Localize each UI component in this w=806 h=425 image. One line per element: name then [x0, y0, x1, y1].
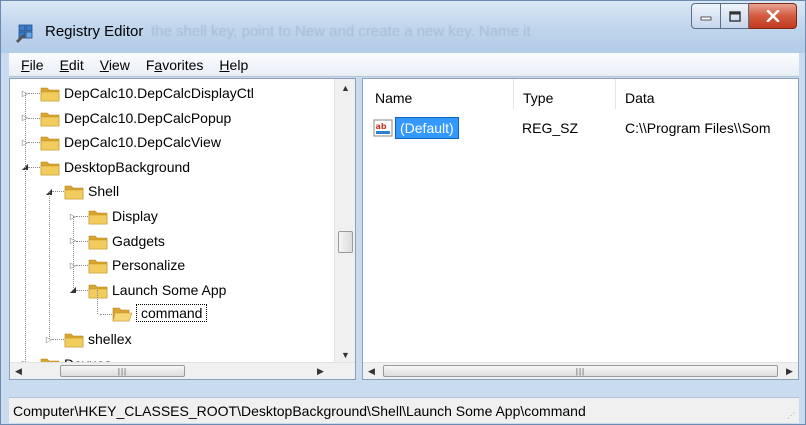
- column-separator[interactable]: [513, 79, 514, 109]
- folder-icon: [40, 109, 60, 127]
- tree-vertical-scroll-thumb[interactable]: [338, 231, 353, 253]
- menu-edit-label: dit: [68, 56, 84, 73]
- folder-icon: [88, 256, 108, 274]
- value-row[interactable]: ab (Default) REG_SZ C:\\Program Files\\S…: [363, 117, 798, 139]
- maximize-button[interactable]: [721, 3, 749, 29]
- tree-item-shellex[interactable]: ▷ shellex: [10, 327, 334, 351]
- minimize-icon: [700, 16, 712, 21]
- column-header-type[interactable]: Type: [523, 90, 553, 106]
- tree-item-label: Gadgets: [112, 232, 165, 249]
- column-header-name[interactable]: Name: [375, 90, 412, 106]
- value-list-pane[interactable]: Name Type Data ab (Default) REG_SZ C:\\P…: [362, 78, 799, 380]
- close-icon: [766, 10, 779, 22]
- column-header-data[interactable]: Data: [625, 90, 655, 106]
- registry-editor-app-icon: [16, 24, 33, 43]
- menu-help-accelerator: H: [219, 56, 230, 73]
- value-type: REG_SZ: [522, 120, 579, 136]
- tree-item-display[interactable]: ▷ Display: [10, 204, 334, 228]
- menu-file[interactable]: File: [13, 57, 52, 73]
- close-button[interactable]: [749, 3, 797, 29]
- tree-guide-line: [49, 191, 50, 339]
- tree-item-gadgets[interactable]: ▷ Gadgets: [10, 229, 334, 253]
- resize-grip-icon[interactable]: ⋰: [787, 411, 797, 421]
- folder-icon: [40, 158, 60, 176]
- svg-text:ab: ab: [376, 122, 387, 131]
- key-tree-pane[interactable]: ▷ DepCalc10.DepCalcDisplayCtl ▷ DepCalc10.D…: [9, 78, 356, 380]
- list-horizontal-scrollbar[interactable]: ◀ ||| ▶: [363, 362, 798, 379]
- tree-horizontal-scroll-thumb[interactable]: |||: [60, 365, 185, 377]
- folder-icon: [64, 182, 84, 200]
- menu-file-label: ile: [29, 56, 44, 73]
- list-scroll-left-arrow-icon[interactable]: ◀: [363, 363, 380, 379]
- tree-item-label: command: [136, 304, 208, 323]
- tree-item-label: Personalize: [112, 257, 186, 274]
- open-folder-icon: [112, 305, 133, 323]
- tree-item-label: Display: [112, 208, 158, 224]
- value-data: C:\\Program Files\\Som: [625, 120, 771, 136]
- title-bar[interactable]: Registry Editor the shell key, point to …: [1, 1, 805, 53]
- tree-scroll-left-arrow-icon[interactable]: ◀: [10, 363, 27, 379]
- menu-file-accelerator: F: [21, 56, 30, 73]
- tree-item-label: DepCalc10.DepCalcPopup: [64, 109, 232, 126]
- status-strip: [9, 381, 799, 397]
- menu-favorites[interactable]: Favorites: [138, 57, 212, 73]
- maximize-icon: [728, 10, 741, 22]
- scroll-up-arrow-icon[interactable]: ▲: [335, 79, 355, 97]
- list-scroll-right-arrow-icon[interactable]: ▶: [781, 363, 798, 379]
- value-name-default[interactable]: (Default): [395, 117, 459, 139]
- tree-horizontal-scrollbar[interactable]: ◀ ||| ▶: [10, 362, 355, 379]
- tree-scroll-right-arrow-icon[interactable]: ▶: [312, 363, 329, 379]
- tree-guide-line: [73, 216, 74, 290]
- caption-buttons: [691, 3, 797, 29]
- menu-edit-accelerator: E: [59, 56, 69, 73]
- menu-edit[interactable]: Edit: [52, 57, 92, 73]
- tree-item-personalize[interactable]: ▷ Personalize: [10, 253, 334, 277]
- tree-item-shell[interactable]: ◢ Shell: [10, 179, 334, 203]
- list-horizontal-scroll-thumb[interactable]: |||: [383, 365, 778, 377]
- string-value-icon: ab: [373, 119, 393, 137]
- menu-view[interactable]: View: [92, 57, 138, 73]
- menu-help-label: elp: [229, 56, 249, 73]
- tree-item-desktopbackground[interactable]: ◢ DesktopBackground: [10, 155, 334, 179]
- tree-vertical-scrollbar[interactable]: ▲ ▼: [334, 79, 355, 364]
- window-title: Registry Editor: [45, 23, 144, 40]
- tree-item-depcalc10-depcalcview[interactable]: ▷ DepCalc10.DepCalcView: [10, 130, 334, 154]
- folder-icon: [40, 133, 60, 151]
- folder-icon: [64, 330, 84, 348]
- tree-guide-line: [97, 289, 98, 315]
- menu-view-accelerator: V: [99, 56, 109, 73]
- folder-icon: [88, 207, 108, 225]
- menu-view-label: iew: [108, 56, 130, 73]
- tree-item-label: DesktopBackground: [64, 158, 191, 175]
- status-key-path: Computer\HKEY_CLASSES_ROOT\DesktopBackgr…: [13, 402, 586, 419]
- tree-item-label: Launch Some App: [112, 281, 227, 298]
- list-header: Name Type Data: [363, 79, 798, 109]
- column-separator[interactable]: [615, 79, 616, 109]
- folder-icon: [88, 232, 108, 250]
- folder-icon: [40, 84, 60, 102]
- status-bar: Computer\HKEY_CLASSES_ROOT\DesktopBackgr…: [9, 397, 799, 423]
- tree-item-launch-some-app[interactable]: ◢ Launch Some App: [10, 278, 334, 302]
- menu-help[interactable]: Help: [211, 57, 256, 73]
- tree-item-label: DepCalc10.DepCalcView: [64, 134, 221, 151]
- menu-bar: File Edit View Favorites Help: [9, 53, 799, 77]
- tree-item-label: shellex: [88, 331, 132, 347]
- tree-item-depcalc10-depcalcpopup[interactable]: ▷ DepCalc10.DepCalcPopup: [10, 106, 334, 130]
- registry-editor-window: Registry Editor the shell key, point to …: [0, 0, 806, 425]
- tree-guide-line: [25, 93, 26, 364]
- minimize-button[interactable]: [691, 3, 721, 29]
- tree-item-label: DepCalc10.DepCalcDisplayCtl: [64, 85, 254, 101]
- tree-item-depcalc10-depcalcdisplayctl[interactable]: ▷ DepCalc10.DepCalcDisplayCtl: [10, 81, 334, 105]
- tree-item-command[interactable]: command: [10, 302, 334, 326]
- window-title-ghost-text: the shell key, point to New and create a…: [151, 23, 531, 40]
- folder-icon: [88, 281, 108, 299]
- menu-favorites-label: vorites: [162, 56, 204, 73]
- tree-item-label: Shell: [88, 183, 120, 200]
